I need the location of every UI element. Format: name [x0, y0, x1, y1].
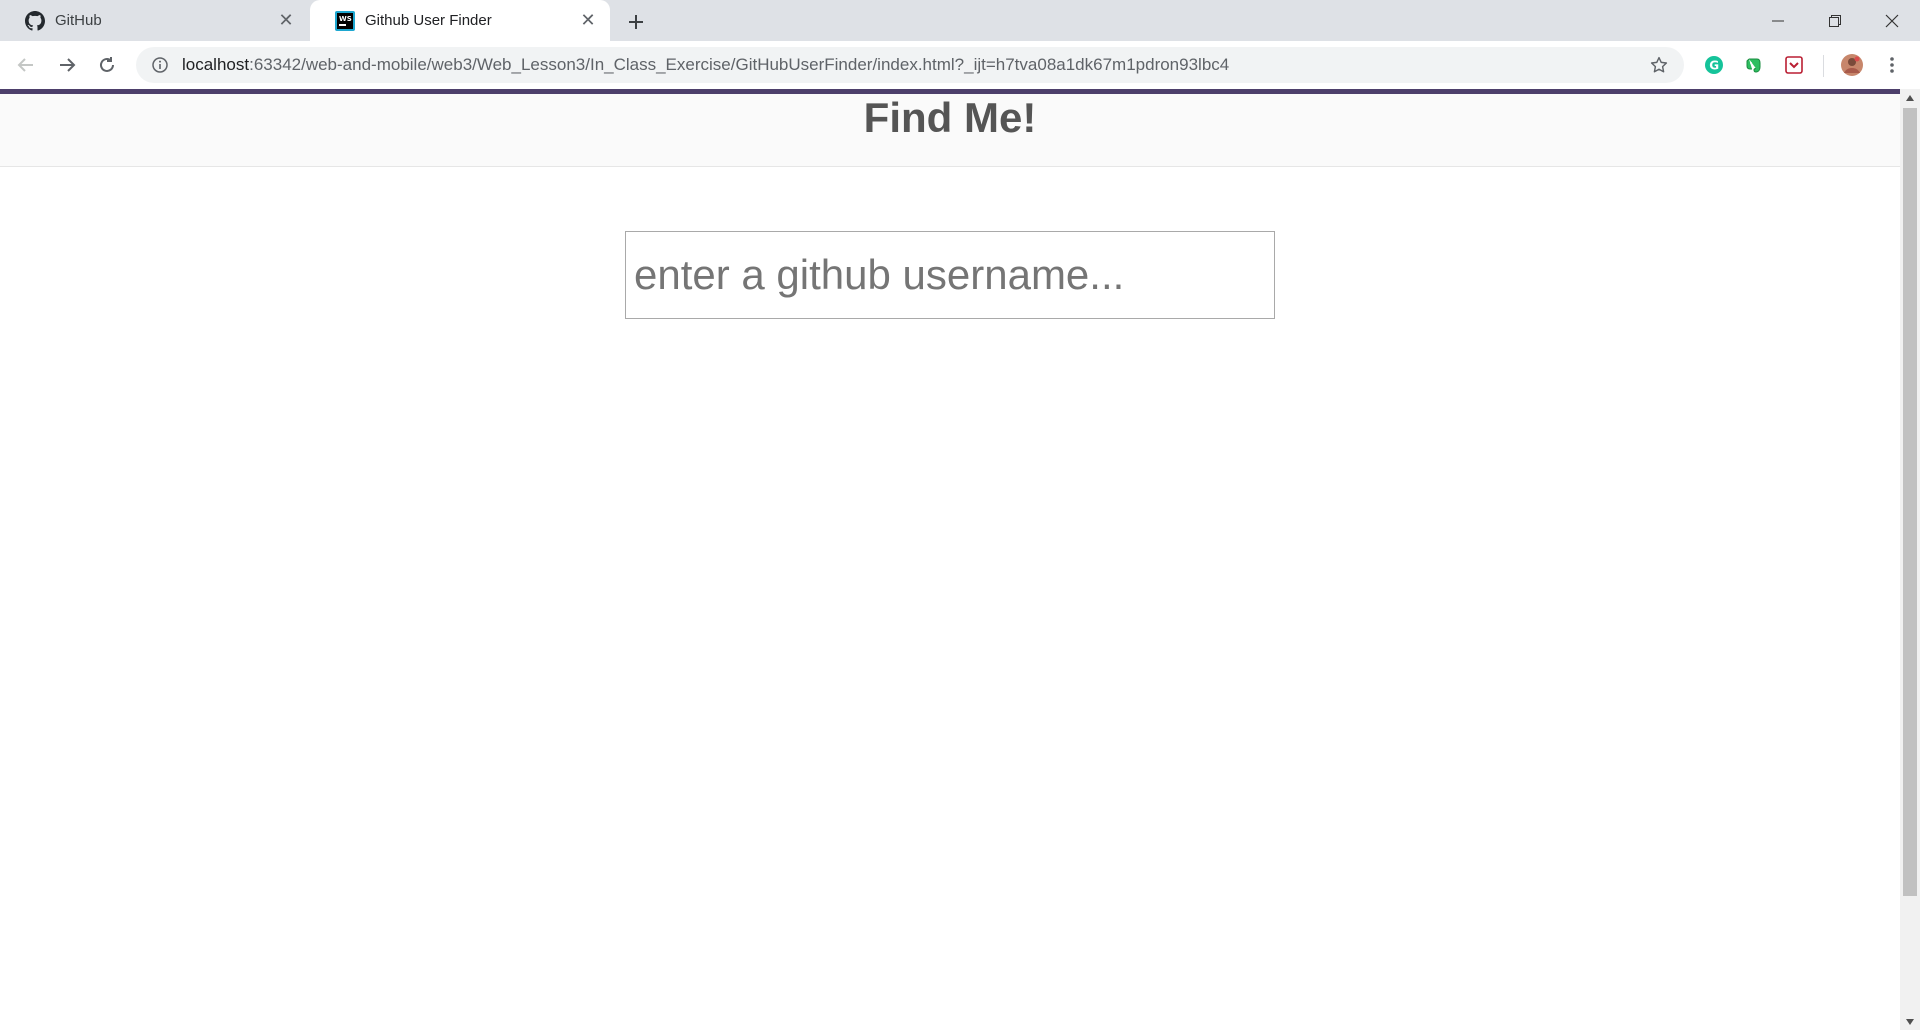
triangle-up-icon [1906, 94, 1914, 101]
close-window-button[interactable] [1863, 0, 1920, 41]
webstorm-icon: WS [334, 10, 356, 32]
reload-button[interactable] [91, 49, 123, 81]
profile-avatar[interactable] [1838, 51, 1866, 79]
window-controls [1749, 0, 1920, 41]
minimize-icon [1771, 20, 1784, 21]
browser-toolbar: localhost:63342/web-and-mobile/web3/Web_… [0, 41, 1920, 89]
close-icon [1885, 14, 1898, 27]
bookmark-star-icon[interactable] [1648, 54, 1670, 76]
close-icon[interactable]: ✕ [276, 10, 296, 31]
url-path: :63342/web-and-mobile/web3/Web_Lesson3/I… [249, 55, 1230, 74]
github-icon [24, 10, 46, 32]
evernote-icon[interactable] [1740, 51, 1768, 79]
scroll-up-button[interactable] [1900, 89, 1920, 106]
reload-icon [100, 57, 114, 72]
scroll-down-button[interactable] [1900, 1013, 1920, 1030]
svg-text:WS: WS [339, 15, 352, 23]
address-bar[interactable]: localhost:63342/web-and-mobile/web3/Web_… [136, 47, 1684, 83]
arrow-left-icon [17, 58, 33, 72]
tab-title: Github User Finder [365, 12, 492, 29]
grammarly-icon[interactable]: G [1700, 51, 1728, 79]
info-icon[interactable] [150, 55, 170, 75]
triangle-down-icon [1906, 1018, 1914, 1025]
menu-kebab-icon[interactable] [1878, 51, 1906, 79]
tab-github[interactable]: GitHub ✕ [0, 0, 308, 41]
restore-icon [1828, 14, 1841, 27]
vertical-scrollbar[interactable] [1900, 89, 1920, 1030]
page-header: Find Me! [0, 94, 1900, 167]
restore-button[interactable] [1806, 0, 1863, 41]
url-host: localhost [182, 55, 250, 74]
minimize-button[interactable] [1749, 0, 1806, 41]
toolbar-divider [1823, 55, 1824, 77]
forward-button[interactable] [51, 49, 83, 81]
close-icon[interactable]: ✕ [578, 10, 598, 31]
username-search-input[interactable] [625, 231, 1275, 319]
back-button[interactable] [10, 49, 42, 81]
arrow-right-icon [60, 58, 76, 72]
pocket-icon[interactable] [1780, 51, 1808, 79]
new-tab-button[interactable] [622, 8, 650, 36]
page-title: Find Me! [863, 94, 1037, 141]
svg-text:G: G [1709, 59, 1719, 73]
scroll-thumb[interactable] [1903, 108, 1917, 896]
tab-title: GitHub [55, 12, 102, 29]
tab-github-user-finder[interactable]: WS Github User Finder ✕ [310, 0, 610, 41]
plus-icon [629, 15, 643, 29]
tab-strip: GitHub ✕ WS Github User Finder ✕ [0, 0, 1920, 41]
